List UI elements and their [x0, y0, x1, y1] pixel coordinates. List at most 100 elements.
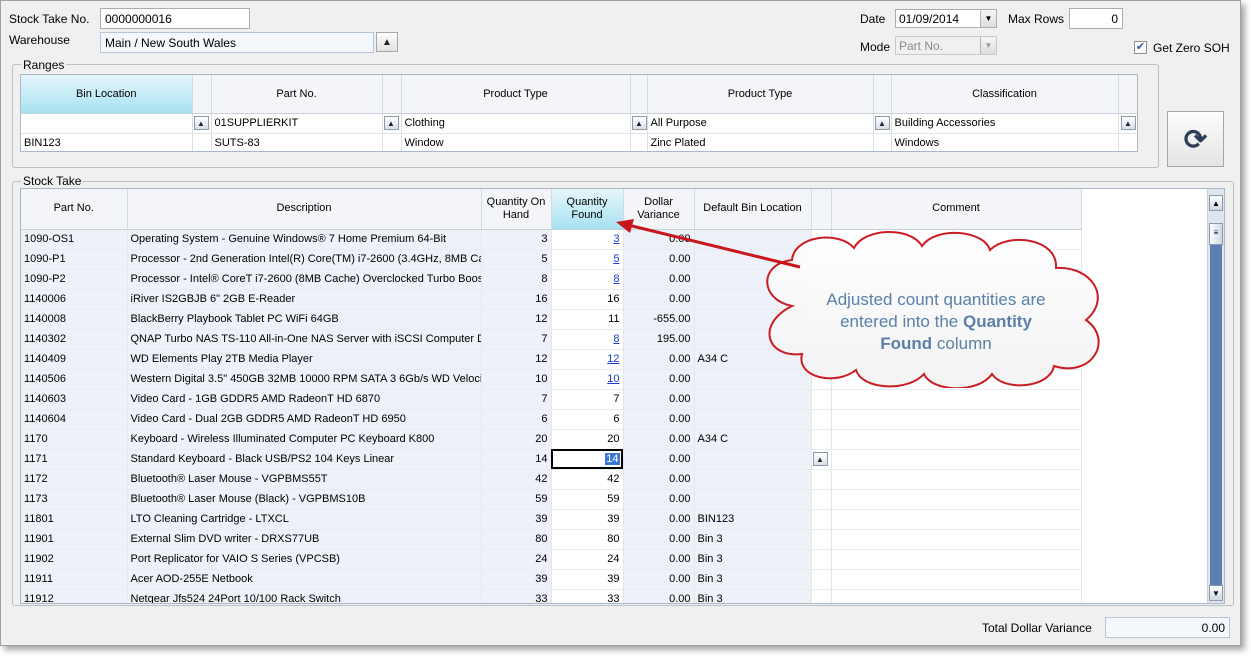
comment-cell[interactable] — [831, 589, 1082, 603]
table-row[interactable]: 1172 Bluetooth® Laser Mouse - VGPBMS55T 42… — [21, 469, 1082, 490]
comment-cell[interactable] — [831, 389, 1082, 410]
comment-cell[interactable] — [831, 549, 1082, 570]
table-row[interactable]: 11911 Acer AOD-255E Netbook 39 39 0.00 Bin 3 — [21, 569, 1082, 590]
comment-cell[interactable] — [831, 449, 1082, 470]
chevron-down-icon[interactable]: ▼ — [980, 37, 996, 54]
column-header-product-type-2[interactable]: Product Type — [647, 75, 874, 114]
lookup-up-icon[interactable]: ▲ — [631, 116, 646, 130]
quantity-on-hand-cell: 7 — [481, 329, 552, 350]
stock-take-no-field[interactable]: 0000000016 — [100, 8, 250, 29]
quantity-found-cell[interactable]: 16 — [551, 289, 624, 310]
refresh-button[interactable]: ⟳ — [1167, 111, 1224, 167]
lookup-up-icon[interactable]: ▲ — [383, 116, 399, 130]
row-lookup-cell[interactable] — [811, 509, 832, 530]
column-header-classification[interactable]: Classification — [891, 75, 1119, 114]
range-cell[interactable]: Zinc Plated — [647, 133, 874, 151]
quantity-on-hand-cell: 12 — [481, 349, 552, 370]
part-no-cell: 11911 — [21, 569, 128, 590]
quantity-found-cell[interactable]: 8 — [551, 329, 624, 350]
quantity-found-cell[interactable]: 24 — [551, 549, 624, 570]
warehouse-lookup-button[interactable]: ▲ — [376, 32, 398, 52]
range-cell[interactable]: Window — [401, 133, 631, 151]
lookup-up-icon[interactable]: ▲ — [874, 116, 890, 130]
table-row[interactable]: 1140604 Video Card - Dual 2GB GDDR5 AMD R… — [21, 409, 1082, 430]
range-cell[interactable]: All Purpose — [647, 113, 874, 134]
comment-cell[interactable] — [831, 469, 1082, 490]
comment-cell[interactable] — [831, 529, 1082, 550]
max-rows-field[interactable]: 0 — [1069, 8, 1123, 29]
quantity-on-hand-cell: 8 — [481, 269, 552, 290]
range-cell[interactable]: Building Accessories — [891, 113, 1119, 134]
quantity-found-cell[interactable]: 12 — [551, 349, 624, 370]
column-header-description[interactable]: Description — [127, 189, 482, 230]
scroll-down-icon[interactable]: ▼ — [1209, 585, 1223, 601]
quantity-found-cell[interactable]: 11 — [551, 309, 624, 330]
column-header-product-type[interactable]: Product Type — [401, 75, 631, 114]
date-picker[interactable]: 01/09/2014 ▼ — [895, 9, 997, 28]
quantity-on-hand-cell: 59 — [481, 489, 552, 510]
vertical-scrollbar[interactable]: ▲ ≡ ▼ — [1207, 189, 1224, 603]
range-cell[interactable] — [21, 113, 193, 134]
row-lookup-cell[interactable] — [811, 489, 832, 510]
row-lookup-cell[interactable] — [811, 429, 832, 450]
lookup-up-icon[interactable]: ▲ — [193, 116, 209, 130]
chevron-down-icon[interactable]: ▼ — [980, 10, 996, 27]
row-lookup-cell[interactable] — [811, 529, 832, 550]
description-cell: Processor - Intel® CoreT i7-2600 (8MB Ca… — [127, 269, 482, 290]
row-lookup-cell[interactable] — [811, 469, 832, 490]
quantity-found-cell[interactable]: 6 — [551, 409, 624, 430]
column-header-part-no[interactable]: Part No. — [211, 75, 383, 114]
quantity-found-editor[interactable]: 14 — [605, 453, 620, 465]
quantity-found-cell[interactable]: 39 — [551, 509, 624, 530]
column-header-comment[interactable]: Comment — [831, 189, 1082, 230]
row-lookup-cell[interactable] — [811, 409, 832, 430]
lookup-up-icon[interactable]: ▲ — [1120, 116, 1136, 130]
comment-cell[interactable] — [831, 509, 1082, 530]
table-row[interactable]: 11902 Port Replicator for VAIO S Series (… — [21, 549, 1082, 570]
table-row[interactable]: 1170 Keyboard - Wireless Illuminated Comp… — [21, 429, 1082, 450]
table-row[interactable]: 11912 Netgear Jfs524 24Port 10/100 Rack S… — [21, 589, 1082, 603]
default-bin-location-cell — [694, 489, 812, 510]
range-cell[interactable]: Windows — [891, 133, 1119, 151]
quantity-found-cell[interactable]: 33 — [551, 589, 624, 603]
column-header-part-no[interactable]: Part No. — [21, 189, 128, 230]
comment-cell[interactable] — [831, 429, 1082, 450]
quantity-on-hand-cell: 24 — [481, 549, 552, 570]
lookup-up-icon[interactable]: ▲ — [812, 452, 828, 466]
comment-cell[interactable] — [831, 569, 1082, 590]
get-zero-soh-checkbox[interactable]: ✔ — [1134, 41, 1147, 54]
quantity-found-cell[interactable]: 42 — [551, 469, 624, 490]
row-lookup-cell[interactable] — [811, 549, 832, 570]
part-no-cell: 11901 — [21, 529, 128, 550]
table-row[interactable]: 1140603 Video Card - 1GB GDDR5 AMD Radeon… — [21, 389, 1082, 410]
row-lookup-cell[interactable] — [811, 589, 832, 603]
comment-cell[interactable] — [831, 489, 1082, 510]
row-lookup-cell[interactable] — [811, 389, 832, 410]
range-cell[interactable]: SUTS-83 — [211, 133, 383, 151]
scroll-up-icon[interactable]: ▲ — [1209, 195, 1223, 211]
table-row[interactable]: 11801 LTO Cleaning Cartridge - LTXCL 39 39 0… — [21, 509, 1082, 530]
quantity-found-cell[interactable]: 20 — [551, 429, 624, 450]
comment-cell[interactable] — [831, 409, 1082, 430]
scroll-track[interactable] — [1210, 245, 1222, 585]
range-cell[interactable]: 01SUPPLIERKIT — [211, 113, 383, 134]
column-header-bin-location[interactable]: Bin Location — [21, 75, 193, 114]
scroll-thumb[interactable]: ≡ — [1209, 223, 1223, 245]
warehouse-field[interactable]: Main / New South Wales — [100, 32, 374, 53]
quantity-found-cell[interactable]: 80 — [551, 529, 624, 550]
description-cell: iRiver IS2GBJB 6" 2GB E-Reader — [127, 289, 482, 310]
quantity-found-cell[interactable]: 14 — [551, 449, 624, 470]
row-lookup-cell[interactable]: ▲ — [811, 449, 832, 470]
quantity-found-cell[interactable]: 7 — [551, 389, 624, 410]
quantity-found-cell[interactable]: 10 — [551, 369, 624, 390]
column-header-quantity-on-hand[interactable]: Quantity On Hand — [481, 189, 552, 230]
table-row[interactable]: 1173 Bluetooth® Laser Mouse (Black) - VGP… — [21, 489, 1082, 510]
range-cell[interactable]: BIN123 — [21, 133, 193, 151]
table-row[interactable]: 11901 External Slim DVD writer - DRXS77UB… — [21, 529, 1082, 550]
mode-select[interactable]: Part No. ▼ — [895, 36, 997, 55]
table-row[interactable]: 1171 Standard Keyboard - Black USB/PS2 10… — [21, 449, 1082, 470]
range-cell[interactable]: Clothing — [401, 113, 631, 134]
quantity-found-cell[interactable]: 59 — [551, 489, 624, 510]
quantity-found-cell[interactable]: 39 — [551, 569, 624, 590]
row-lookup-cell[interactable] — [811, 569, 832, 590]
